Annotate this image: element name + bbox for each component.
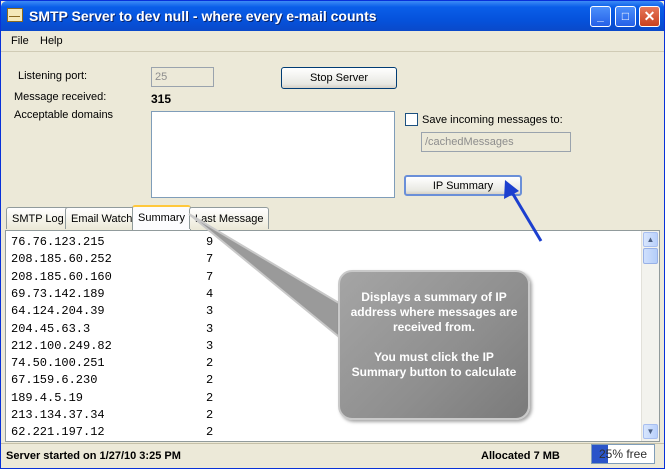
summary-list[interactable]: 76.76.123.215 9 208.185.60.252 7 208.185.60.… — [5, 230, 660, 442]
title-bar[interactable]: SMTP Server to dev null - where every e-… — [1, 1, 664, 31]
row-message-count: 7 — [206, 269, 214, 284]
tab-email-watch[interactable]: Email Watch — [65, 207, 139, 229]
row-ip-address: 62.221.197.12 — [11, 425, 105, 440]
save-messages-label: Save incoming messages to: — [422, 114, 563, 126]
row-ip-address: 69.73.142.189 — [11, 286, 105, 301]
row-ip-address: 64.124.204.39 — [11, 304, 105, 319]
row-message-count: 3 — [206, 304, 214, 319]
maximize-button[interactable]: □ — [615, 6, 636, 27]
row-ip-address: 208.185.60.252 — [11, 252, 112, 267]
listening-port-field[interactable]: 25 — [151, 67, 214, 87]
save-path-field[interactable]: /cachedMessages — [421, 132, 571, 152]
tab-strip: SMTP Log Email Watch Summary Last Messag… — [1, 205, 664, 230]
save-messages-checkbox[interactable] — [405, 113, 418, 126]
row-message-count: 7 — [206, 252, 214, 267]
scroll-down-arrow-icon[interactable]: ▼ — [643, 424, 658, 439]
close-button[interactable]: ✕ — [639, 6, 660, 27]
menu-bar: File Help — [1, 31, 664, 52]
row-message-count: 2 — [206, 356, 214, 371]
summary-row[interactable]: 208.185.60.252 7 — [11, 252, 213, 267]
tab-smtp-log[interactable]: SMTP Log — [6, 207, 70, 229]
summary-row[interactable]: 69.73.142.189 4 — [11, 286, 213, 301]
row-ip-address: 208.185.60.160 — [11, 269, 112, 284]
callout-text-1: Displays a summary of IP address where m… — [350, 290, 518, 334]
row-ip-address: 189.4.5.19 — [11, 390, 84, 405]
summary-row[interactable]: 74.50.100.251 2 — [11, 356, 213, 371]
row-message-count: 2 — [206, 425, 214, 440]
row-message-count: 9 — [206, 235, 214, 249]
envelope-icon — [7, 8, 23, 22]
row-ip-address: 212.100.249.82 — [11, 338, 112, 353]
server-started-status: Server started on 1/27/10 3:25 PM — [6, 450, 181, 462]
row-message-count: 2 — [206, 373, 214, 388]
summary-row[interactable]: 208.185.60.160 7 — [11, 269, 213, 284]
acceptable-domains-label: Acceptable domains — [14, 109, 114, 121]
row-ip-address: 67.159.6.230 — [11, 373, 98, 388]
message-received-value: 315 — [151, 92, 172, 106]
callout-text-2: You must click the IP Summary button to … — [351, 350, 517, 379]
tab-last-message[interactable]: Last Message — [189, 207, 270, 229]
memory-free-text: 25% free — [598, 447, 648, 461]
row-message-count: 2 — [206, 390, 214, 405]
summary-row[interactable]: 212.100.249.82 3 — [11, 338, 213, 353]
summary-row[interactable]: 62.221.197.12 2 — [11, 425, 213, 440]
listening-port-label: Listening port: — [18, 70, 88, 82]
summary-row[interactable]: 64.124.204.39 3 — [11, 304, 213, 319]
summary-row[interactable]: 204.45.63.3 3 — [11, 321, 213, 336]
message-received-label: Message received: — [14, 91, 107, 103]
menu-help[interactable]: Help — [40, 35, 63, 47]
app-window: SMTP Server to dev null - where every e-… — [0, 0, 665, 469]
minimize-button[interactable]: _ — [590, 6, 611, 27]
tab-summary[interactable]: Summary — [132, 205, 192, 230]
row-message-count: 3 — [206, 338, 214, 353]
row-message-count: 4 — [206, 286, 214, 301]
row-ip-address: 74.50.100.251 — [11, 356, 105, 371]
memory-indicator[interactable]: 25% free — [591, 444, 655, 464]
scroll-up-arrow-icon[interactable]: ▲ — [643, 232, 658, 247]
acceptable-domains-textarea[interactable] — [151, 111, 395, 198]
status-bar: Server started on 1/27/10 3:25 PM Alloca… — [1, 443, 664, 468]
stop-server-button[interactable]: Stop Server — [281, 67, 397, 89]
row-ip-address: 213.134.37.34 — [11, 408, 105, 422]
window-title: SMTP Server to dev null - where every e-… — [29, 8, 377, 24]
row-message-count: 3 — [206, 321, 214, 336]
menu-file[interactable]: File — [11, 35, 29, 47]
summary-row[interactable]: 67.159.6.230 2 — [11, 373, 213, 388]
row-message-count: 2 — [206, 408, 214, 422]
summary-row[interactable]: 189.4.5.19 2 — [11, 390, 213, 405]
summary-row[interactable]: 76.76.123.215 9 — [11, 235, 213, 249]
scroll-thumb[interactable] — [643, 248, 658, 264]
vertical-scrollbar[interactable]: ▲ ▼ — [641, 231, 659, 441]
ip-summary-button[interactable]: IP Summary — [404, 175, 522, 196]
summary-callout: Displays a summary of IP address where m… — [338, 270, 530, 420]
summary-row[interactable]: 213.134.37.34 2 — [11, 408, 213, 422]
row-ip-address: 204.45.63.3 — [11, 321, 91, 336]
allocated-memory-status: Allocated 7 MB — [481, 450, 560, 462]
row-ip-address: 76.76.123.215 — [11, 235, 105, 249]
